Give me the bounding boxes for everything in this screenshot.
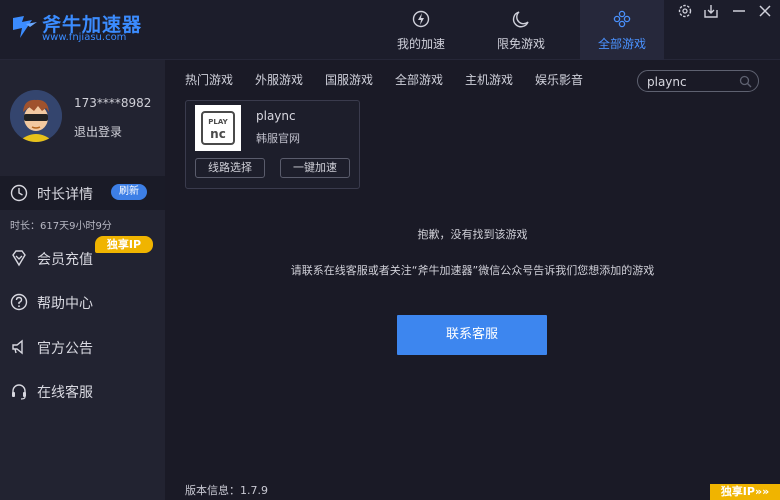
category-tab-entertainment[interactable]: 娱乐影音 [535, 71, 583, 88]
category-tab-hot[interactable]: 热门游戏 [185, 71, 233, 88]
tab-label: 全部游戏 [597, 37, 646, 51]
download-icon[interactable] [702, 2, 720, 20]
refresh-button[interactable]: 刷新 [111, 184, 147, 200]
tab-label: 我的加速 [396, 37, 445, 51]
diamond-icon [12, 250, 26, 267]
one-click-accelerate-button[interactable]: 一键加速 [280, 158, 350, 178]
svg-text:nc: nc [210, 127, 226, 141]
vip-ip-badge[interactable]: 独享IP [95, 236, 153, 253]
user-phone: 173****8982 [74, 96, 152, 110]
clock-icon [10, 184, 28, 202]
game-region: 韩服官网 [256, 132, 300, 145]
moon-icon [512, 11, 529, 28]
megaphone-icon [12, 339, 23, 355]
vip-ip-corner-link[interactable]: 独享IP»» [710, 484, 780, 500]
logout-link[interactable]: 退出登录 [74, 123, 122, 140]
headset-icon [12, 384, 26, 400]
app-logo: 斧牛加速器 www.fnjiasu.com [10, 10, 150, 50]
axe-logo-icon [13, 16, 37, 38]
game-card: PLAY nc plaync 韩服官网 线路选择 一键加速 [185, 100, 360, 189]
version-info: 版本信息：1.7.9 [185, 484, 268, 497]
tab-all-games[interactable]: 全部游戏 [580, 0, 664, 60]
tab-my-acceleration[interactable]: 我的加速 [379, 0, 463, 60]
app-url: www.fnjiasu.com [42, 32, 127, 43]
sidebar-item-label: 帮助中心 [37, 296, 93, 312]
power-icon [412, 10, 430, 28]
main-content: 热门游戏 外服游戏 国服游戏 全部游戏 主机游戏 娱乐影音 PLAY nc pl… [165, 60, 780, 500]
sidebar-item-label: 会员充值 [37, 252, 93, 268]
not-found-message: 抱歉，没有找到该游戏 [417, 228, 528, 241]
svg-text:PLAY: PLAY [208, 118, 228, 126]
sidebar-item-label: 在线客服 [37, 385, 93, 401]
settings-icon[interactable] [676, 2, 694, 20]
duration-text: 时长：617天9小时9分 [10, 221, 112, 232]
route-select-button[interactable]: 线路选择 [195, 158, 265, 178]
help-icon [10, 293, 28, 311]
game-logo: PLAY nc [195, 105, 241, 151]
contact-support-button[interactable]: 联系客服 [397, 315, 547, 355]
sidebar-item-support[interactable]: 在线客服 [0, 374, 165, 408]
user-avatar-icon [10, 90, 62, 142]
search-box [637, 70, 759, 92]
sidebar-item-announcements[interactable]: 官方公告 [0, 330, 165, 364]
game-name: plaync [256, 109, 296, 123]
search-icon[interactable] [739, 75, 752, 88]
search-input[interactable] [647, 73, 737, 90]
tab-free-games[interactable]: 限免游戏 [479, 0, 563, 60]
tab-label: 限免游戏 [496, 37, 545, 51]
category-tab-domestic[interactable]: 国服游戏 [325, 71, 373, 88]
category-tab-all[interactable]: 全部游戏 [395, 71, 443, 88]
plaync-logo-icon: PLAY nc [201, 111, 235, 145]
contact-tip-message: 请联系在线客服或者关注“斧牛加速器”微信公众号告诉我们您想添加的游戏 [290, 264, 655, 277]
close-icon[interactable] [756, 2, 774, 20]
top-bar: 斧牛加速器 www.fnjiasu.com 我的加速 限免游戏 全部游戏 [0, 0, 780, 60]
sidebar-item-label: 时长详情 [37, 187, 93, 203]
sidebar-item-help[interactable]: 帮助中心 [0, 285, 165, 319]
sidebar-item-label: 官方公告 [37, 341, 93, 357]
category-tab-console[interactable]: 主机游戏 [465, 71, 513, 88]
avatar[interactable] [10, 90, 62, 142]
category-tab-overseas[interactable]: 外服游戏 [255, 71, 303, 88]
cluster-icon [613, 10, 631, 28]
app-window: 斧牛加速器 www.fnjiasu.com 我的加速 限免游戏 全部游戏 173… [0, 0, 780, 500]
minimize-icon[interactable] [730, 2, 748, 20]
sidebar: 173****8982 退出登录 时长详情 刷新 时长：617天9小时9分 会员… [0, 60, 165, 500]
